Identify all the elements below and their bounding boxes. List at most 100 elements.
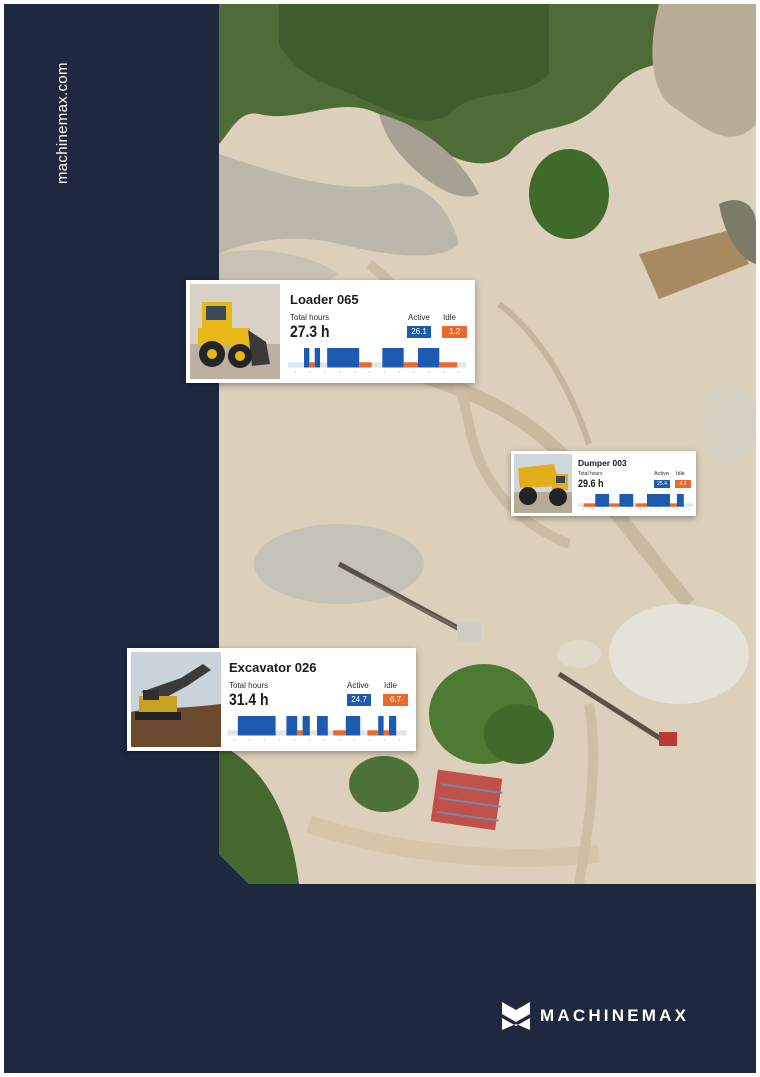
active-hours-badge: 26.1 (407, 326, 431, 338)
timeline-tick (413, 371, 415, 373)
timeline-tick (620, 508, 622, 510)
timeline-tick (309, 371, 312, 373)
timeline-tick (398, 739, 401, 741)
activity-timeline (227, 716, 407, 742)
total-hours-value: 29.6 h (578, 478, 604, 490)
idle-hours-badge: 4.2 (675, 480, 691, 488)
timeline-tick (601, 508, 603, 510)
timeline-segment-active (286, 716, 298, 736)
timeline-segment-active (378, 716, 384, 736)
timeline-segment-idle (359, 362, 372, 368)
timeline-tick (278, 739, 281, 741)
activity-timeline (288, 348, 466, 374)
timeline-tick (294, 371, 297, 373)
timeline-segment-idle (383, 730, 389, 736)
timeline-segment-idle (309, 362, 315, 368)
machine-card-loader-065[interactable]: Loader 065 Total hours 27.3 h Active Idl… (186, 280, 475, 383)
timeline-segment-active (317, 716, 328, 736)
timeline-segment-idle (635, 503, 647, 507)
activity-timeline-chart (578, 494, 693, 510)
timeline-tick (338, 739, 341, 741)
active-hours-badge: 25.4 (654, 480, 670, 488)
timeline-segment-active (314, 348, 321, 368)
timeline-segment-idle (403, 362, 418, 368)
timeline-tick (383, 371, 386, 373)
timeline-tick (263, 739, 266, 741)
dump-truck-icon (514, 454, 572, 513)
timeline-segment-idle (333, 730, 346, 736)
timeline-segment-active (304, 348, 310, 368)
timeline-segment-active (345, 716, 361, 736)
brand-logo: MACHINEMAX (502, 1002, 689, 1030)
timeline-tick (649, 508, 651, 510)
timeline-tick (591, 508, 594, 510)
timeline-segment-active (417, 348, 440, 368)
website-url: machinemax.com (54, 62, 71, 184)
total-hours-label: Total hours (290, 313, 330, 322)
timeline-tick (687, 508, 690, 510)
timeline-segment-idle (297, 730, 303, 736)
total-hours-value: 27.3 h (290, 322, 330, 341)
machinemax-logo-icon (502, 1002, 530, 1030)
timeline-segment-idle (609, 503, 620, 507)
machine-name: Loader 065 (290, 292, 359, 307)
timeline-segment-active (382, 348, 404, 368)
active-label: Active (654, 471, 669, 477)
idle-hours-badge: 1.2 (442, 326, 467, 338)
timeline-tick (323, 739, 326, 741)
timeline-tick (610, 508, 613, 510)
wheel-loader-icon (190, 284, 280, 379)
timeline-tick (324, 371, 326, 373)
activity-timeline (578, 494, 693, 511)
excavator-icon (131, 652, 221, 747)
timeline-segment-active (619, 494, 634, 507)
quarry-aerial-illustration (219, 4, 756, 884)
total-hours-label: Total hours (229, 681, 269, 690)
activity-timeline-chart (288, 348, 466, 373)
timeline-segment-idle (439, 362, 458, 368)
timeline-tick (353, 371, 356, 373)
machine-card-dumper-003[interactable]: Dumper 003 Total hours 29.6 h Active Idl… (511, 451, 696, 516)
active-label: Active (408, 313, 430, 322)
timeline-tick (308, 739, 311, 741)
timeline-segment-active (676, 494, 684, 507)
timeline-segment-idle (670, 503, 677, 507)
timeline-tick (457, 371, 460, 373)
machine-name: Excavator 026 (229, 660, 317, 675)
idle-label: Idle (443, 313, 456, 322)
timeline-tick (368, 371, 371, 373)
idle-label: Idle (384, 681, 397, 690)
machine-card-info: Loader 065 Total hours 27.3 h Active Idl… (280, 284, 471, 379)
timeline-tick (658, 508, 661, 510)
timeline-segment-idle (583, 503, 596, 507)
total-hours-value: 31.4 h (229, 690, 269, 709)
timeline-tick (339, 371, 341, 373)
timeline-segment-active (595, 494, 610, 507)
brand-name: MACHINEMAX (540, 1006, 690, 1025)
timeline-tick (629, 508, 632, 510)
idle-hours-badge: 6.7 (383, 694, 408, 706)
timeline-tick (668, 508, 670, 510)
machine-card-info: Excavator 026 Total hours 31.4 h Active … (221, 652, 412, 747)
timeline-tick (248, 739, 251, 741)
timeline-tick (233, 739, 236, 741)
poster: machinemax.com MACHINEMAX (4, 4, 756, 1073)
wheel-loader-photo (190, 284, 280, 379)
timeline-tick (639, 508, 642, 510)
active-label: Active (347, 681, 369, 690)
machine-name: Dumper 003 (578, 458, 627, 468)
timeline-tick (677, 508, 680, 510)
idle-label: Idle (676, 471, 685, 477)
timeline-tick (383, 739, 386, 741)
timeline-segment-active (647, 494, 670, 507)
timeline-tick (293, 739, 296, 741)
machine-card-excavator-026[interactable]: Excavator 026 Total hours 31.4 h Active … (127, 648, 416, 751)
total-hours-label: Total hours (578, 471, 603, 477)
timeline-tick (353, 739, 356, 741)
timeline-tick (368, 739, 371, 741)
timeline-segment-idle (367, 730, 379, 736)
excavator-photo (131, 652, 221, 747)
machine-card-info: Dumper 003 Total hours 29.6 h Active Idl… (572, 454, 693, 513)
timeline-tick (428, 371, 430, 373)
timeline-segment-active (327, 348, 360, 368)
